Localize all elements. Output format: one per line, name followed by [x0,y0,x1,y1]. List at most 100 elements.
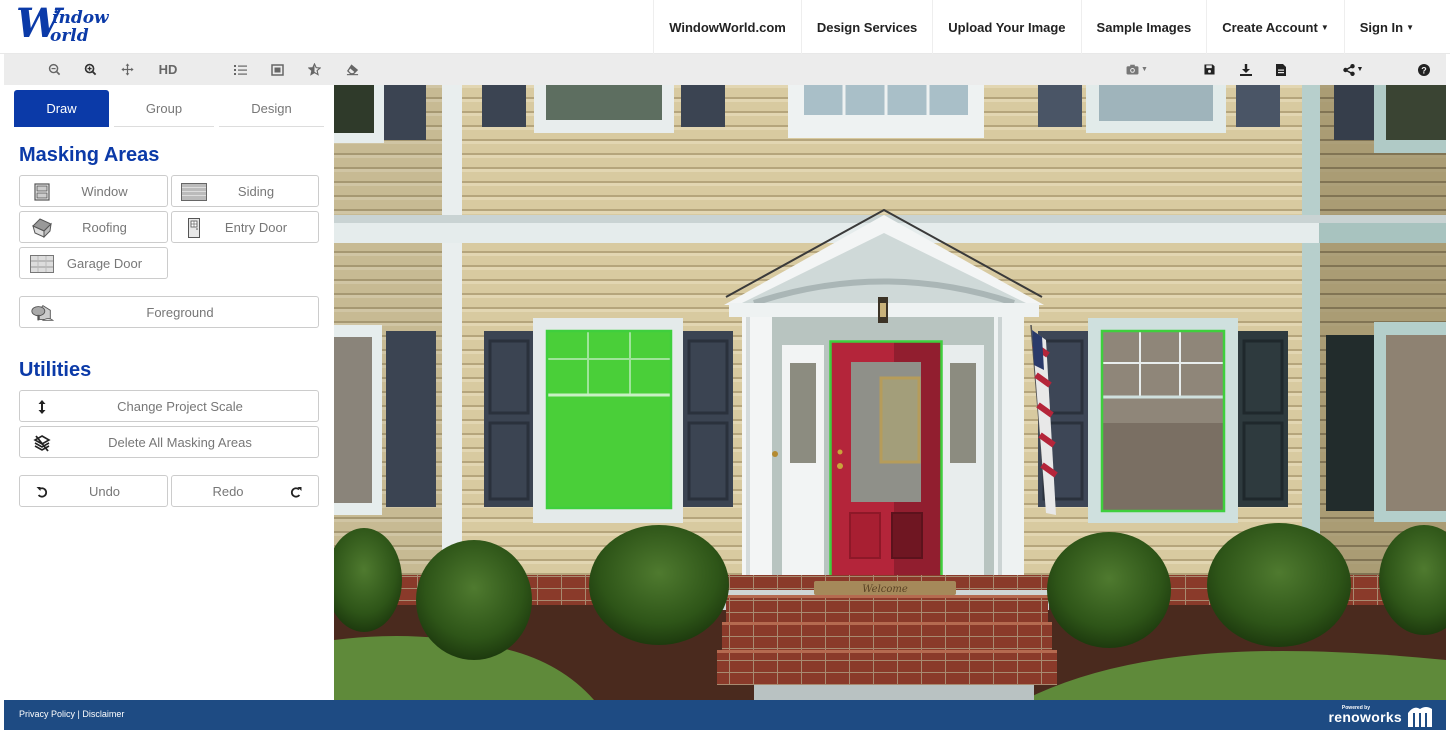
window-world-logo[interactable]: W indow orld [16,2,126,48]
column-flute [746,317,750,602]
utilities-heading: Utilities [19,359,92,381]
nav-label: Sign In [1359,19,1404,35]
favorites-button[interactable] [304,54,324,85]
save-icon [1203,64,1215,75]
help-button[interactable]: ? [1414,54,1434,85]
welcome-doormat: Welcome [814,581,956,595]
editor-toolbar: HD ▼ ▼ ? [4,54,1446,85]
mask-foreground-button[interactable]: Foreground [19,296,319,328]
shrub [1047,532,1171,648]
download-icon [1240,63,1252,76]
upper-window [482,85,725,133]
mask-window-button[interactable]: Window [19,175,168,207]
mask-siding-button[interactable]: Siding [171,175,319,207]
report-button[interactable] [1271,54,1291,85]
nav-windowworld[interactable]: WindowWorld.com [653,0,801,54]
caret-down-icon: ▼ [1320,22,1329,32]
logo-line2: orld [50,26,89,46]
caret-down-icon: ▼ [1356,66,1364,73]
nav-label: Design Services [816,19,918,35]
nav-sign-in[interactable]: Sign In ▼ [1343,0,1450,54]
nav-create-account[interactable]: Create Account ▼ [1206,0,1344,54]
button-label: Delete All Masking Areas [108,434,252,450]
design-canvas[interactable]: Welcome [334,85,1446,700]
shrub [589,525,729,645]
eraser-icon [346,63,358,75]
redo-button[interactable]: Redo [171,475,319,507]
doorbell [772,451,778,457]
roofing-icon [30,218,54,238]
lower-window-right[interactable] [1038,318,1288,523]
left-sidebar: Draw Group Design Masking Areas Window S… [4,85,334,700]
download-button[interactable] [1236,54,1256,85]
corner-board [1302,85,1320,585]
hd-toggle[interactable]: HD [152,54,184,85]
share-icon [1342,63,1355,76]
eraser-button[interactable] [342,54,362,85]
zoom-out-button[interactable] [44,54,64,85]
garage-door-icon [30,254,54,274]
share-dropdown[interactable]: ▼ [1338,54,1368,85]
svg-text:?: ? [1421,65,1427,75]
sidebar-tabs: Draw Group Design [14,90,324,128]
zoom-in-button[interactable] [80,54,100,85]
entry-door-icon [182,218,206,238]
powered-by-renoworks[interactable]: Powered by renoworks [1329,703,1432,727]
snapshot-dropdown[interactable]: ▼ [1122,54,1152,85]
nav-label: Upload Your Image [948,19,1066,35]
star-half-icon [307,63,321,76]
tab-design[interactable]: Design [219,90,324,127]
main-nav: WindowWorld.com Design Services Upload Y… [653,0,1450,54]
entry-door[interactable] [829,340,943,581]
brick-steps [717,590,1057,685]
document-icon [1276,63,1286,76]
footer-links[interactable]: Privacy Policy | Disclaimer [19,709,124,719]
window-mask-fill [547,331,671,508]
pan-button[interactable] [117,54,137,85]
vertical-arrows-icon [30,397,54,417]
footer: Privacy Policy | Disclaimer Powered by r… [4,700,1446,730]
powered-by-label: Powered by [1341,705,1370,711]
nav-label: Create Account [1222,19,1318,35]
fit-screen-button[interactable] [267,54,287,85]
undo-icon [30,482,54,502]
walkway [754,685,1034,700]
trim-band-shaded [1319,223,1446,243]
lower-window-far-right [1326,322,1446,522]
tab-draw[interactable]: Draw [14,90,109,127]
zoom-in-icon [84,63,96,76]
zoom-out-icon [48,63,60,76]
help-icon: ? [1418,63,1430,76]
list-icon [233,64,247,75]
upper-window [1038,85,1280,133]
sidelight-glass [950,363,976,463]
house-photo[interactable]: Welcome [334,85,1446,700]
nav-sample-images[interactable]: Sample Images [1080,0,1207,54]
mask-entry-door-button[interactable]: Entry Door [171,211,319,243]
mask-garage-door-button[interactable]: Garage Door [19,247,168,279]
shrub [1207,523,1351,647]
mask-roofing-button[interactable]: Roofing [19,211,168,243]
nav-design-services[interactable]: Design Services [800,0,932,54]
upper-window [788,85,984,138]
app-root: W indow orld WindowWorld.com Design Serv… [0,0,1450,736]
change-project-scale-button[interactable]: Change Project Scale [19,390,319,422]
sidelight-glass [790,363,816,463]
button-label: Change Project Scale [117,398,243,414]
tab-group[interactable]: Group [114,90,214,127]
doormat-text: Welcome [862,584,908,595]
camera-icon [1126,64,1139,75]
logo-line1: indow [52,8,109,28]
lower-window-left[interactable] [484,318,733,523]
shrub [416,540,532,660]
foreground-icon [30,303,54,323]
undo-button[interactable]: Undo [19,475,168,507]
delete-all-masking-areas-button[interactable]: Delete All Masking Areas [19,426,319,458]
layers-list-button[interactable] [230,54,250,85]
save-button[interactable] [1199,54,1219,85]
delete-layers-icon [30,433,54,453]
move-icon [120,63,134,76]
column-flute [998,317,1002,602]
fit-screen-icon [270,63,284,76]
nav-upload-image[interactable]: Upload Your Image [932,0,1080,54]
